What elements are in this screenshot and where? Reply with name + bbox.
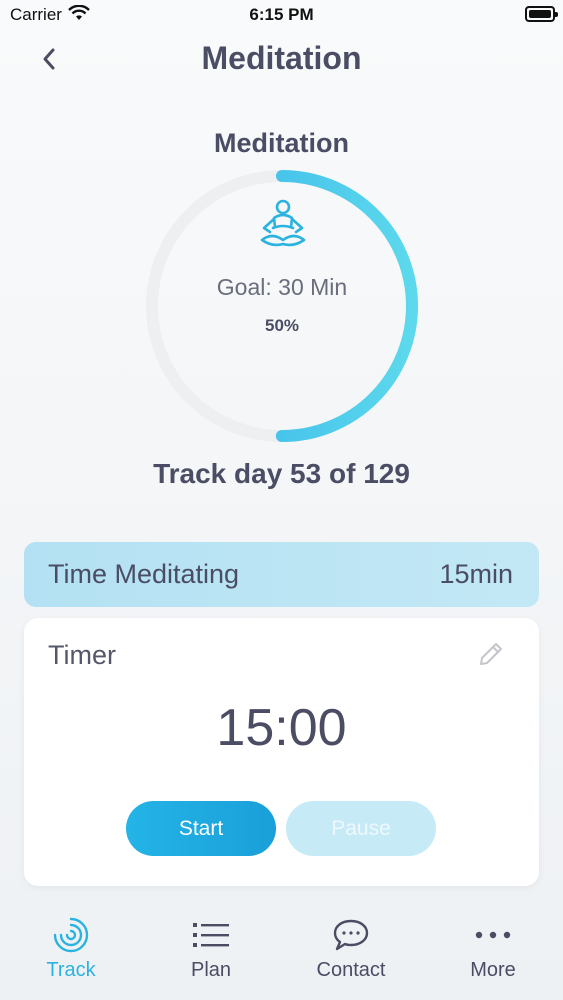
tab-bar: Track Plan Contact More bbox=[0, 905, 563, 1000]
pencil-icon bbox=[480, 643, 502, 665]
time-meditating-value: 15min bbox=[439, 559, 513, 589]
timer-value: 15:00 bbox=[216, 699, 347, 757]
pause-button[interactable]: Pause bbox=[286, 801, 436, 856]
track-icon bbox=[53, 917, 89, 953]
timer-label: Timer bbox=[48, 640, 116, 670]
edit-timer-button[interactable] bbox=[477, 640, 505, 668]
timer-card: Timer 15:00 Start Pause bbox=[24, 618, 539, 886]
status-time: 6:15 PM bbox=[249, 5, 314, 24]
tab-plan[interactable]: Plan bbox=[156, 917, 266, 995]
progress-percent: 50% bbox=[264, 316, 300, 335]
progress-title: Meditation bbox=[214, 128, 349, 158]
tab-more[interactable]: More bbox=[438, 917, 548, 995]
tab-contact[interactable]: Contact bbox=[296, 917, 406, 995]
tab-track-label: Track bbox=[46, 959, 96, 981]
time-meditating-card: Time Meditating 15min bbox=[24, 542, 539, 607]
time-meditating-label: Time Meditating bbox=[48, 559, 240, 589]
chat-bubble-icon bbox=[333, 919, 369, 951]
goal-label: Goal: 30 Min bbox=[216, 274, 348, 300]
progress-ring: Goal: 30 Min 50% bbox=[146, 170, 418, 442]
meditation-pose-icon bbox=[256, 198, 310, 252]
list-icon bbox=[193, 923, 229, 947]
tab-plan-label: Plan bbox=[190, 959, 232, 981]
battery-icon bbox=[525, 6, 558, 22]
tab-contact-label: Contact bbox=[316, 959, 386, 981]
nav-header: Meditation bbox=[0, 30, 563, 90]
tab-more-label: More bbox=[470, 959, 516, 981]
tab-track[interactable]: Track bbox=[16, 917, 126, 995]
track-day-label: Track day 53 of 129 bbox=[153, 458, 410, 489]
more-dots-icon bbox=[475, 931, 511, 939]
start-button[interactable]: Start bbox=[126, 801, 276, 856]
page-title: Meditation bbox=[201, 40, 362, 76]
status-bar: Carrier 6:15 PM bbox=[0, 0, 563, 30]
